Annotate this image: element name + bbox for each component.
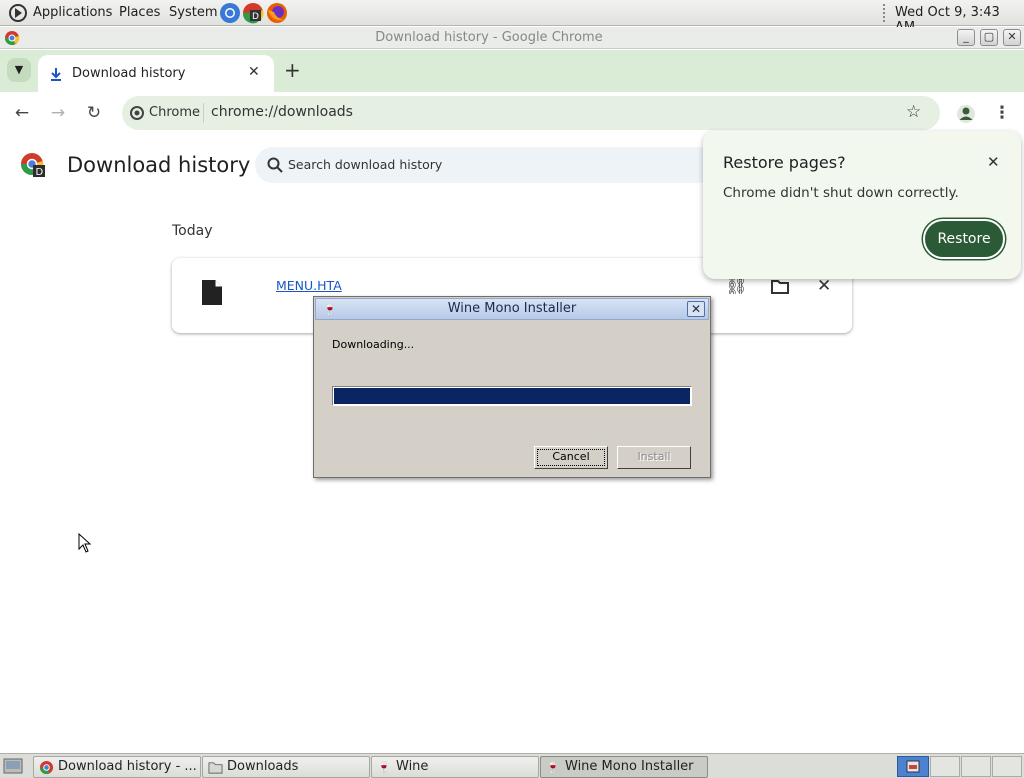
date-header-today: Today <box>172 223 213 239</box>
search-placeholder: Search download history <box>288 157 443 172</box>
new-tab-plus-icon[interactable]: + <box>284 58 301 82</box>
firefox-launcher-icon[interactable] <box>266 2 288 24</box>
show-desktop-icon[interactable] <box>3 757 23 775</box>
taskbar-item-wine-mono-installer[interactable]: 🍷 Wine Mono Installer <box>540 756 708 778</box>
close-window-button[interactable]: ✕ <box>1003 29 1021 46</box>
taskbar-item-wine[interactable]: 🍷 Wine <box>371 756 539 778</box>
workspace-window-icon <box>906 760 920 773</box>
window-titlebar[interactable]: Download history - Google Chrome _ ▢ ✕ <box>0 27 1024 49</box>
system-menu[interactable]: System <box>169 5 217 20</box>
minimize-button[interactable]: _ <box>957 29 975 46</box>
maximize-button[interactable]: ▢ <box>980 29 998 46</box>
forward-arrow-icon[interactable]: → <box>46 101 70 125</box>
workspace-2[interactable] <box>930 756 960 777</box>
task-label: Downloads <box>227 759 299 774</box>
places-menu[interactable]: Places <box>119 5 160 20</box>
dialog-title: Wine Mono Installer <box>447 301 577 316</box>
top-panel: Applications Places System D Wed Oct 9, … <box>0 0 1024 35</box>
browser-toolbar: ← → ↻ Chrome chrome://downloads ☆ ⋮ <box>0 92 1024 135</box>
search-icon <box>267 157 283 173</box>
progress-fill <box>334 388 690 404</box>
tab-title: Download history <box>72 66 186 81</box>
restore-message: Chrome didn't shut down correctly. <box>723 185 959 201</box>
dialog-close-icon[interactable]: ✕ <box>687 301 705 317</box>
chromium-launcher-icon[interactable] <box>219 2 241 24</box>
taskbar-item-chrome[interactable]: Download history - ... <box>33 756 201 778</box>
bookmark-star-icon[interactable]: ☆ <box>906 102 921 122</box>
svg-text:D: D <box>252 12 259 22</box>
folder-task-icon <box>208 762 223 774</box>
restore-title: Restore pages? <box>723 153 846 172</box>
install-button[interactable]: Install <box>617 446 691 469</box>
dialog-titlebar[interactable]: 🍷 Wine Mono Installer ✕ <box>315 298 709 320</box>
svg-text:D: D <box>36 167 44 178</box>
workspace-1[interactable] <box>897 756 929 777</box>
tab-search-chevron-icon[interactable]: ▼ <box>7 58 31 82</box>
url-text[interactable]: chrome://downloads <box>211 104 353 120</box>
show-in-folder-icon[interactable] <box>771 279 789 294</box>
bottom-taskbar: Download history - ... Downloads 🍷 Wine … <box>0 753 1024 778</box>
window-title: Download history - Google Chrome <box>375 30 603 45</box>
chrome-dev-logo-icon: D <box>21 153 45 178</box>
task-label: Download history - ... <box>58 759 197 774</box>
site-chip-label: Chrome <box>149 105 200 120</box>
download-status-text: Downloading... <box>332 338 415 351</box>
back-arrow-icon[interactable]: ← <box>10 101 34 125</box>
panel-separator <box>883 4 886 22</box>
download-filename-link[interactable]: MENU.HTA <box>276 278 342 293</box>
profile-avatar-icon[interactable] <box>956 104 976 124</box>
wine-glass-icon: 🍷 <box>323 303 337 316</box>
progress-bar <box>332 386 692 406</box>
kebab-menu-icon[interactable]: ⋮ <box>990 101 1014 125</box>
file-icon <box>202 280 222 305</box>
search-downloads-field[interactable]: Search download history <box>255 147 715 183</box>
restore-close-icon[interactable]: ✕ <box>987 153 1000 171</box>
taskbar-item-downloads[interactable]: Downloads <box>202 756 370 778</box>
task-label: Wine Mono Installer <box>565 759 694 774</box>
wine-task-icon: 🍷 <box>546 761 560 774</box>
cancel-button[interactable]: Cancel <box>534 446 608 469</box>
download-tab-icon <box>51 68 61 81</box>
omnibox[interactable]: Chrome chrome://downloads ☆ <box>122 96 940 130</box>
task-label: Wine <box>396 759 429 774</box>
mouse-cursor-icon <box>78 533 92 553</box>
remove-download-icon[interactable]: ✕ <box>817 276 831 296</box>
restore-button[interactable]: Restore <box>923 219 1005 259</box>
gnome-foot-icon[interactable] <box>8 3 28 23</box>
workspace-4[interactable] <box>992 756 1022 777</box>
omnibox-divider <box>203 103 204 123</box>
applications-menu[interactable]: Applications <box>33 5 112 20</box>
chrome-site-icon <box>130 106 144 120</box>
workspace-3[interactable] <box>961 756 991 777</box>
wine-mono-installer-dialog: 🍷 Wine Mono Installer ✕ Downloading... C… <box>313 296 711 478</box>
tab-download-history[interactable]: Download history ✕ <box>38 55 274 92</box>
tab-close-icon[interactable]: ✕ <box>248 64 260 80</box>
tab-strip: ▼ Download history ✕ + <box>0 50 1024 92</box>
wine-task-icon: 🍷 <box>377 761 391 774</box>
page-title: Download history <box>67 153 251 177</box>
restore-pages-bubble: Restore pages? ✕ Chrome didn't shut down… <box>703 131 1021 279</box>
chrome-task-icon <box>39 760 54 775</box>
reload-icon[interactable]: ↻ <box>82 101 106 125</box>
chrome-dev-launcher-icon[interactable]: D <box>242 2 264 24</box>
